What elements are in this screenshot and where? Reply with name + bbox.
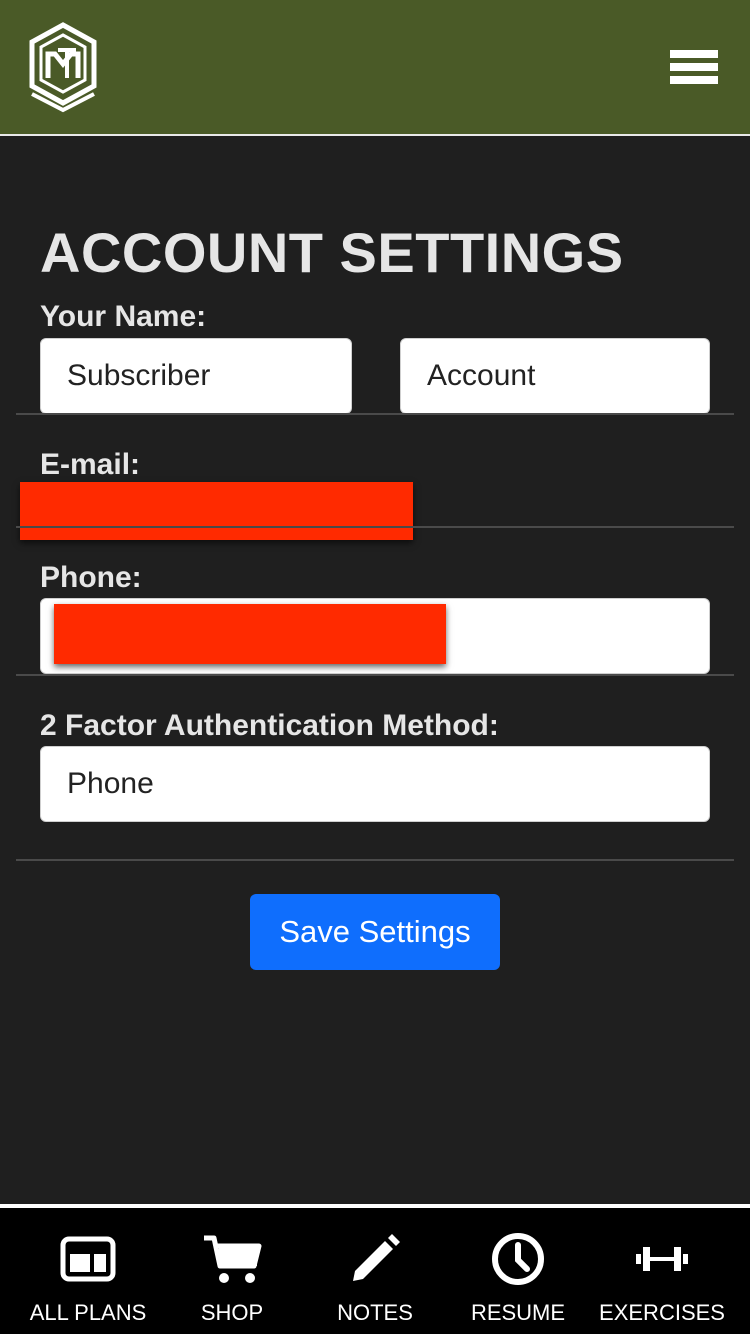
tab-label: ALL PLANS <box>29 1300 147 1325</box>
redacted-phone <box>54 604 446 664</box>
tab-shop[interactable]: SHOP <box>182 1208 282 1334</box>
first-name-input[interactable] <box>67 339 351 413</box>
divider <box>16 674 734 676</box>
twofa-select[interactable]: Phone <box>40 746 710 822</box>
dumbbell-icon <box>627 1224 697 1294</box>
last-name-field[interactable] <box>400 338 710 414</box>
last-name-input[interactable] <box>427 339 709 413</box>
page-title: ACCOUNT SETTINGS <box>40 221 624 284</box>
twofa-selected-value: Phone <box>67 767 154 800</box>
bottom-tab-bar: ALL PLANS SHOP NOTES RESUME EXERCISES <box>0 1204 750 1334</box>
pencil-icon <box>340 1224 410 1294</box>
tab-label: EXERCISES <box>599 1300 725 1325</box>
email-label: E-mail: <box>40 448 141 481</box>
tab-exercises[interactable]: EXERCISES <box>596 1208 728 1334</box>
tab-notes[interactable]: NOTES <box>325 1208 425 1334</box>
phone-label: Phone: <box>40 561 142 594</box>
twofa-label: 2 Factor Authentication Method: <box>40 709 499 742</box>
divider <box>16 526 734 528</box>
divider <box>16 413 734 415</box>
app-header <box>0 0 750 136</box>
clock-icon <box>483 1224 553 1294</box>
first-name-field[interactable] <box>40 338 352 414</box>
tab-label: SHOP <box>200 1300 264 1325</box>
redacted-email <box>20 482 413 540</box>
cart-icon <box>197 1224 267 1294</box>
tab-all-plans[interactable]: ALL PLANS <box>18 1208 158 1334</box>
hamburger-menu-icon[interactable] <box>670 50 718 88</box>
mt-logo-icon[interactable] <box>28 22 98 114</box>
plans-icon <box>53 1224 123 1294</box>
divider <box>16 859 734 861</box>
tab-resume[interactable]: RESUME <box>468 1208 568 1334</box>
save-settings-button[interactable]: Save Settings <box>250 894 500 970</box>
tab-label: NOTES <box>337 1300 413 1325</box>
tab-label: RESUME <box>470 1300 566 1325</box>
name-label: Your Name: <box>40 300 207 333</box>
